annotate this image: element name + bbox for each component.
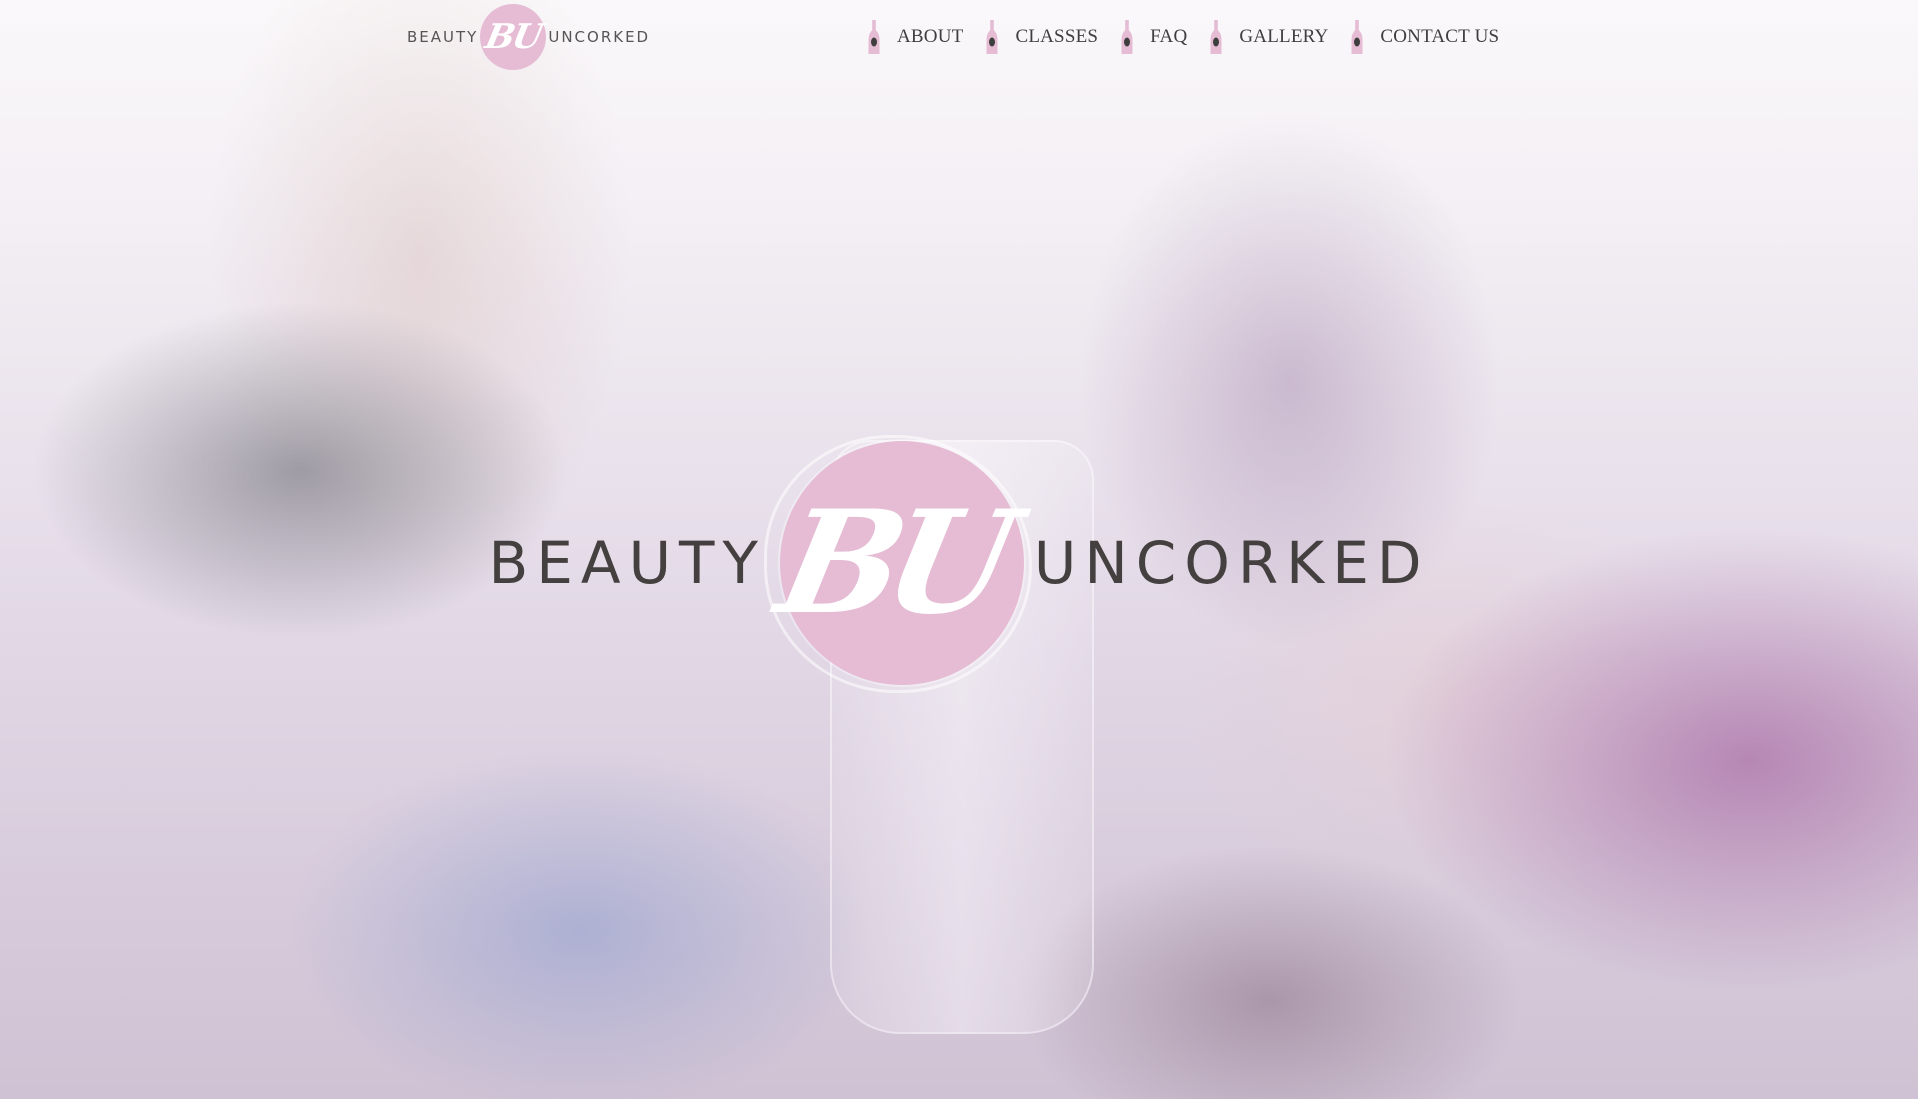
logo-word-beauty: BEAUTY xyxy=(407,28,479,46)
wine-bottle-icon xyxy=(868,20,880,54)
site-header: BEAUTY BU UNCORKED ABOUT CLASSES FAQ GAL… xyxy=(0,0,1918,74)
wine-bottle-icon xyxy=(1210,20,1222,54)
header-logo[interactable]: BEAUTY BU UNCORKED xyxy=(407,4,650,70)
nav-item-about[interactable]: ABOUT xyxy=(868,20,963,54)
nav-item-contact-us[interactable]: CONTACT US xyxy=(1351,20,1499,54)
hero-monogram-badge: BU xyxy=(763,435,1032,693)
nav-label-contact-us: CONTACT US xyxy=(1380,26,1500,47)
hero-word-uncorked: UNCORKED xyxy=(1033,529,1430,597)
nav-item-classes[interactable]: CLASSES xyxy=(986,20,1098,54)
logo-monogram-text: BU xyxy=(481,17,545,57)
wine-bottle-icon xyxy=(986,20,998,54)
main-nav: ABOUT CLASSES FAQ GALLERY CONTACT US xyxy=(868,12,1522,62)
wine-bottle-icon xyxy=(1351,20,1363,54)
hero-logo: BEAUTY BU UNCORKED xyxy=(0,435,1918,693)
nav-item-faq[interactable]: FAQ xyxy=(1121,20,1187,54)
nav-item-gallery[interactable]: GALLERY xyxy=(1210,20,1328,54)
wine-bottle-icon xyxy=(1121,20,1133,54)
nav-label-about: ABOUT xyxy=(897,26,964,47)
hero-monogram-text: BU xyxy=(765,480,1017,646)
hero-word-beauty: BEAUTY xyxy=(488,529,766,597)
logo-monogram-badge: BU xyxy=(480,4,547,70)
logo-word-uncorked: UNCORKED xyxy=(548,28,651,46)
nav-label-gallery: GALLERY xyxy=(1239,26,1329,47)
nav-label-faq: FAQ xyxy=(1150,26,1188,47)
nav-label-classes: CLASSES xyxy=(1015,26,1099,47)
